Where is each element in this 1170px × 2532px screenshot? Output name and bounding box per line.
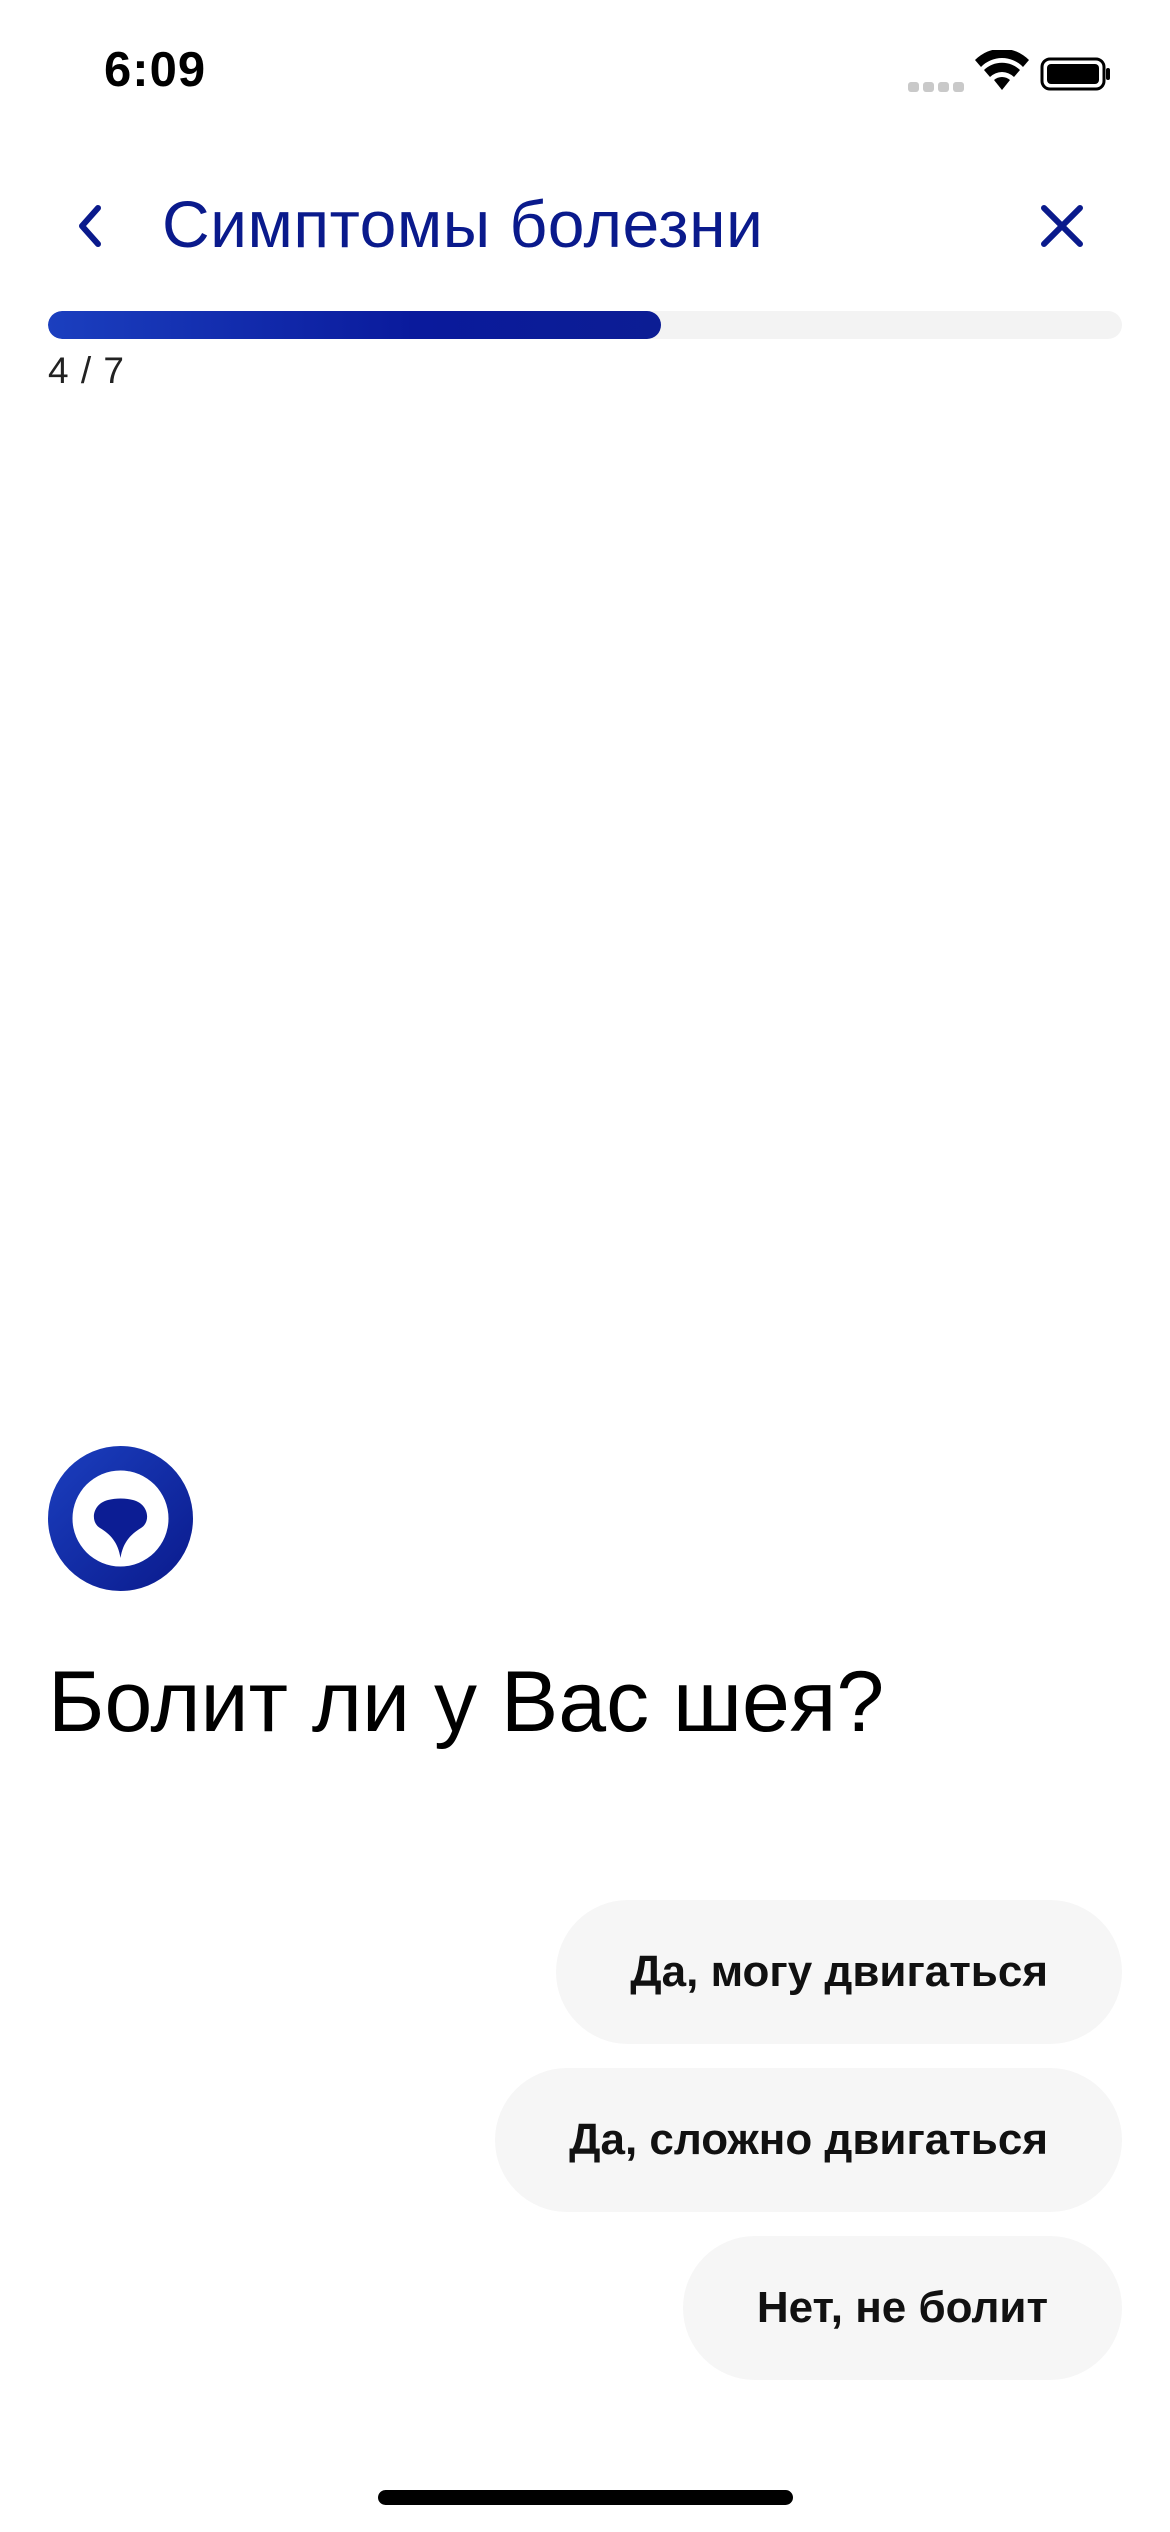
- chevron-left-icon: [79, 205, 101, 247]
- progress-bar: [48, 311, 1122, 339]
- battery-icon: [1040, 57, 1110, 91]
- status-time: 6:09: [104, 43, 207, 97]
- wifi-icon: [975, 50, 1029, 90]
- page-title: Симптомы болезни: [162, 187, 764, 261]
- close-icon: [1041, 205, 1083, 247]
- answer-yes-can-move-button[interactable]: Да, могу двигаться: [556, 1900, 1122, 2044]
- answer-options: Да, могу двигаться Да, сложно двигаться …: [495, 1900, 1122, 2380]
- answer-no-pain-button[interactable]: Нет, не болит: [682, 2236, 1122, 2380]
- home-indicator[interactable]: [378, 2490, 793, 2505]
- progress-label: 4 / 7: [48, 350, 125, 391]
- back-button[interactable]: [50, 186, 130, 266]
- answer-yes-hard-to-move-button[interactable]: Да, сложно двигаться: [495, 2068, 1122, 2212]
- progress-fill: [48, 311, 662, 339]
- question-text: Болит ли у Вас шея?: [48, 1654, 885, 1750]
- close-button[interactable]: [1022, 186, 1102, 266]
- status-bar: 6:09: [0, 0, 1170, 150]
- bot-avatar-icon: [48, 1446, 193, 1591]
- cellular-signal-icon: [908, 80, 964, 94]
